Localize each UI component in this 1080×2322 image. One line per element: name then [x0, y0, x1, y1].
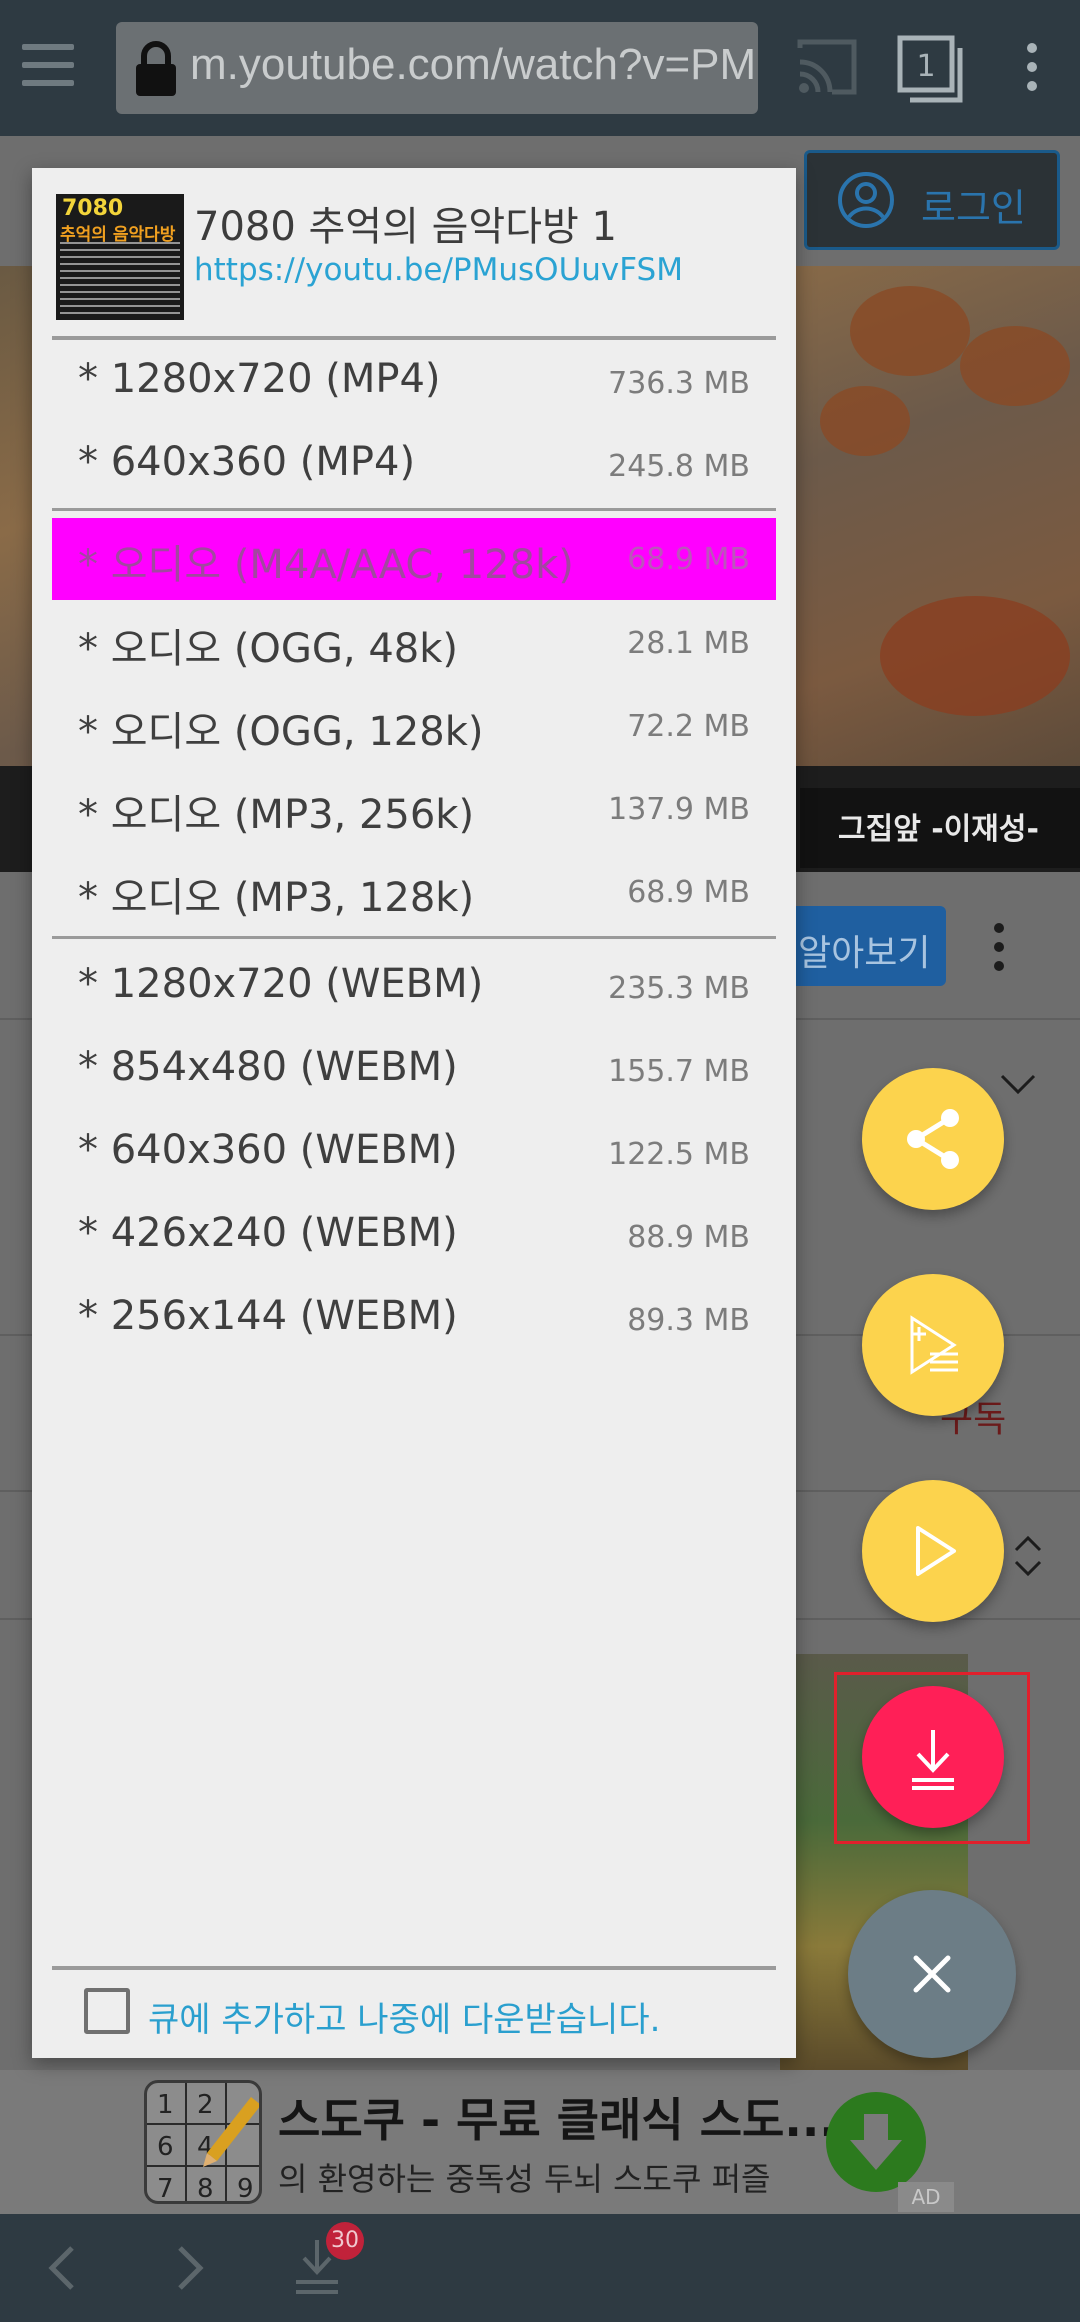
- format-label: * 오디오 (OGG, 128k): [78, 709, 484, 755]
- download-options-dialog: 7080 추억의 음악다방 7080 추억의 음악다방 1 https://yo…: [32, 168, 796, 2058]
- play-button[interactable]: [862, 1480, 1004, 1622]
- format-label: * 오디오 (OGG, 48k): [78, 626, 459, 672]
- format-label: * 1280x720 (MP4): [78, 356, 441, 402]
- ad-subtitle: 의 환영하는 중독성 두뇌 스도쿠 퍼즐: [278, 2160, 771, 2198]
- format-label: * 오디오 (MP3, 128k): [78, 875, 475, 921]
- video-caption: 그집앞 -이재성-: [800, 788, 1080, 868]
- caption-text: 그집앞 -이재성-: [838, 812, 1039, 847]
- download-icon: [912, 1730, 954, 1790]
- format-label: * 오디오 (MP3, 256k): [78, 792, 475, 838]
- format-option[interactable]: * 1280x720 (MP4) 736.3 MB: [52, 342, 776, 424]
- browser-toolbar: m.youtube.com/watch?v=PMusOUuvFSM 1: [0, 0, 1080, 136]
- format-label: * 640x360 (MP4): [78, 439, 416, 485]
- ad-title: 스도쿠 - 무료 클래식 스도...: [278, 2093, 837, 2147]
- thumbnail-text-year: 7080: [62, 196, 124, 221]
- section-divider: [52, 936, 776, 939]
- ad-tag-text: AD: [911, 2185, 941, 2209]
- video-title: 7080 추억의 음악다방 1: [194, 204, 617, 250]
- svg-text:9: 9: [237, 2174, 254, 2204]
- ad-label: AD: [898, 2182, 954, 2212]
- login-label: 로그인: [921, 186, 1026, 230]
- tab-count: 1: [916, 49, 935, 84]
- back-icon[interactable]: [40, 2242, 84, 2294]
- format-size: 235.3 MB: [608, 971, 750, 1006]
- format-option[interactable]: * 854x480 (WEBM) 155.7 MB: [52, 1030, 776, 1112]
- login-button: 로그인: [804, 150, 1060, 250]
- sudoku-app-icon: 12 64 789: [144, 2080, 262, 2204]
- lock-icon: [136, 41, 176, 96]
- bottom-navigation: [0, 2214, 1080, 2322]
- section-divider: [52, 336, 776, 340]
- add-to-playlist-button[interactable]: [862, 1274, 1004, 1416]
- address-bar[interactable]: m.youtube.com/watch?v=PMusOUuvFSM: [116, 22, 758, 114]
- format-label: * 640x360 (WEBM): [78, 1127, 458, 1173]
- svg-text:7: 7: [157, 2174, 174, 2204]
- ad-banner[interactable]: 12 64 789 스도쿠 - 무료 클래식 스도... 의 환영하는 중독성 …: [0, 2070, 1080, 2214]
- chevron-down-icon: [1000, 1074, 1036, 1095]
- svg-text:6: 6: [157, 2132, 174, 2162]
- format-option[interactable]: * 오디오 (MP3, 256k) 137.9 MB: [52, 768, 776, 850]
- format-option[interactable]: * 오디오 (OGG, 48k) 28.1 MB: [52, 602, 776, 684]
- video-thumbnail: 7080 추억의 음악다방: [56, 194, 184, 320]
- format-size: 68.9 MB: [627, 542, 750, 577]
- format-option[interactable]: * 오디오 (OGG, 128k) 72.2 MB: [52, 685, 776, 767]
- format-size: 68.9 MB: [627, 875, 750, 910]
- format-option[interactable]: * 640x360 (WEBM) 122.5 MB: [52, 1113, 776, 1195]
- format-size: 137.9 MB: [608, 792, 750, 827]
- url-text: m.youtube.com/watch?v=PMusOUuvFSM: [190, 40, 758, 89]
- format-size: 245.8 MB: [608, 449, 750, 484]
- account-icon: [838, 172, 894, 228]
- download-arrow-icon: [850, 2114, 902, 2170]
- format-option-selected[interactable]: * 오디오 (M4A/AAC, 128k) 68.9 MB: [52, 518, 776, 600]
- overflow-menu-icon[interactable]: [1020, 42, 1044, 92]
- playlist-add-icon: [910, 1315, 958, 1375]
- download-button[interactable]: [862, 1686, 1004, 1828]
- format-size: 122.5 MB: [608, 1137, 750, 1172]
- format-size: 736.3 MB: [608, 366, 750, 401]
- learn-more-label: 알아보기: [798, 933, 931, 974]
- svg-text:2: 2: [197, 2090, 214, 2120]
- format-label: * 854x480 (WEBM): [78, 1044, 458, 1090]
- forward-icon[interactable]: [168, 2242, 212, 2294]
- section-divider: [52, 1966, 776, 1970]
- format-label: * 오디오 (M4A/AAC, 128k): [78, 542, 574, 588]
- queue-checkbox-label[interactable]: 큐에 추가하고 나중에 다운받습니다.: [148, 1992, 660, 2041]
- play-icon: [916, 1526, 956, 1576]
- svg-text:1: 1: [157, 2090, 174, 2120]
- hamburger-menu-icon[interactable]: [18, 40, 78, 90]
- format-label: * 256x144 (WEBM): [78, 1293, 458, 1339]
- format-option[interactable]: * 오디오 (MP3, 128k) 68.9 MB: [52, 851, 776, 933]
- format-option[interactable]: * 256x144 (WEBM) 89.3 MB: [52, 1279, 776, 1361]
- format-size: 89.3 MB: [627, 1303, 750, 1338]
- queue-checkbox[interactable]: [84, 1988, 130, 2034]
- learn-more-button: 알아보기: [790, 906, 946, 986]
- close-icon: [913, 1955, 951, 1993]
- close-button[interactable]: [848, 1890, 1016, 2058]
- section-divider: [52, 508, 776, 511]
- ad-install-button[interactable]: [826, 2092, 926, 2192]
- svg-text:8: 8: [197, 2174, 214, 2204]
- format-label: * 1280x720 (WEBM): [78, 961, 484, 1007]
- download-count-badge: 30: [326, 2222, 364, 2260]
- format-size: 88.9 MB: [627, 1220, 750, 1255]
- format-option[interactable]: * 640x360 (MP4) 245.8 MB: [52, 425, 776, 507]
- format-label: * 426x240 (WEBM): [78, 1210, 458, 1256]
- format-size: 155.7 MB: [608, 1054, 750, 1089]
- format-size: 72.2 MB: [627, 709, 750, 744]
- share-icon: [907, 1109, 959, 1169]
- video-link[interactable]: https://youtu.be/PMusOUuvFSM: [194, 252, 683, 288]
- format-option[interactable]: * 1280x720 (WEBM) 235.3 MB: [52, 947, 776, 1029]
- format-size: 28.1 MB: [627, 626, 750, 661]
- background-more-icon: [994, 923, 1004, 971]
- expand-collapse-icon: [1014, 1535, 1042, 1577]
- cast-icon[interactable]: [796, 38, 858, 96]
- share-button[interactable]: [862, 1068, 1004, 1210]
- format-option[interactable]: * 426x240 (WEBM) 88.9 MB: [52, 1196, 776, 1278]
- tab-switcher-icon[interactable]: 1: [896, 34, 968, 104]
